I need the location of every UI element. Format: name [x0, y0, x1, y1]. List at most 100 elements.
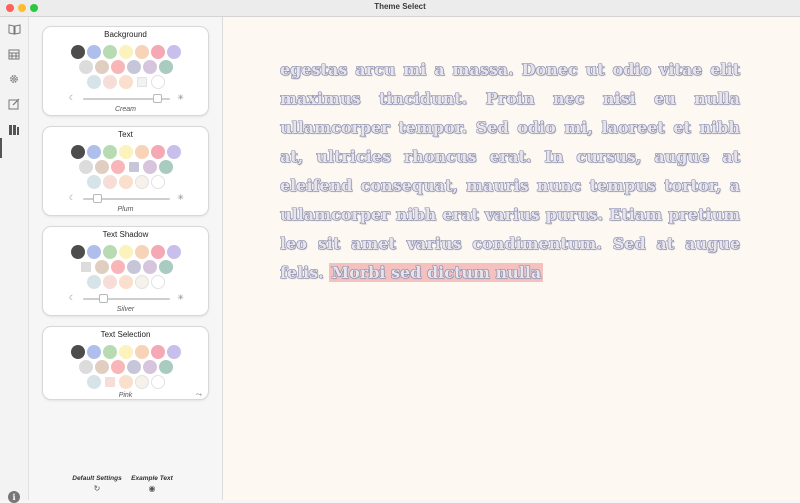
color-swatch[interactable]: [150, 75, 165, 89]
color-swatch[interactable]: [102, 245, 117, 259]
book-open-icon[interactable]: [7, 22, 21, 36]
color-swatch[interactable]: [150, 145, 165, 159]
color-swatch[interactable]: [110, 260, 125, 274]
swatch-row: [43, 275, 208, 289]
color-swatch[interactable]: [134, 375, 149, 389]
selected-color-swatch[interactable]: [128, 162, 139, 172]
color-swatch[interactable]: [166, 245, 181, 259]
gear-icon[interactable]: [7, 72, 21, 86]
slider-thumb[interactable]: [99, 294, 108, 303]
color-swatch[interactable]: [78, 160, 93, 174]
color-swatch[interactable]: [94, 260, 109, 274]
color-swatch[interactable]: [102, 175, 117, 189]
color-swatch[interactable]: [166, 145, 181, 159]
example-text-button[interactable]: Example Text ◉: [122, 475, 182, 493]
color-swatch[interactable]: [86, 275, 101, 289]
color-swatch[interactable]: [86, 145, 101, 159]
color-swatch[interactable]: [142, 160, 157, 174]
info-icon[interactable]: i: [8, 491, 20, 503]
color-swatch[interactable]: [102, 145, 117, 159]
text-card: Text ☾ ✳ Plum: [42, 126, 209, 216]
color-swatch[interactable]: [70, 245, 85, 259]
color-swatch[interactable]: [150, 375, 165, 389]
color-swatch[interactable]: [118, 345, 133, 359]
window-title: Theme Select: [374, 2, 426, 11]
color-swatch[interactable]: [70, 45, 85, 59]
swatch-row: [43, 245, 208, 259]
brightness-slider[interactable]: ☾ ✳: [69, 93, 184, 104]
color-swatch[interactable]: [70, 145, 85, 159]
background-card: Background ☾ ✳ Cream: [42, 26, 209, 116]
color-swatch[interactable]: [150, 245, 165, 259]
color-swatch[interactable]: [142, 360, 157, 374]
slider-thumb[interactable]: [93, 194, 102, 203]
color-swatch[interactable]: [134, 175, 149, 189]
color-swatch[interactable]: [94, 160, 109, 174]
color-swatch[interactable]: [166, 345, 181, 359]
color-swatch[interactable]: [158, 260, 173, 274]
edit-icon[interactable]: [7, 97, 21, 111]
color-swatch[interactable]: [134, 245, 149, 259]
color-swatch[interactable]: [94, 60, 109, 74]
selected-color-swatch[interactable]: [136, 77, 147, 87]
color-swatch[interactable]: [78, 360, 93, 374]
color-swatch[interactable]: [126, 360, 141, 374]
color-swatch[interactable]: [118, 245, 133, 259]
color-swatch[interactable]: [86, 75, 101, 89]
color-swatch[interactable]: [150, 345, 165, 359]
color-swatch[interactable]: [126, 60, 141, 74]
example-text-label: Example Text: [131, 475, 173, 482]
color-swatch[interactable]: [102, 75, 117, 89]
color-swatch[interactable]: [94, 360, 109, 374]
color-swatch[interactable]: [134, 345, 149, 359]
swatch-row: [43, 60, 208, 74]
color-swatch[interactable]: [134, 45, 149, 59]
color-swatch[interactable]: [110, 360, 125, 374]
brightness-slider[interactable]: ☾ ✳: [69, 193, 184, 204]
color-swatch[interactable]: [142, 260, 157, 274]
color-swatch[interactable]: [102, 275, 117, 289]
color-swatch[interactable]: [150, 45, 165, 59]
color-swatch[interactable]: [86, 375, 101, 389]
brightness-slider[interactable]: ☾ ✳: [69, 293, 184, 304]
color-swatch[interactable]: [86, 45, 101, 59]
color-swatch[interactable]: [166, 45, 181, 59]
eye-dropper-icon[interactable]: ⤳: [196, 390, 202, 400]
active-indicator: [0, 138, 2, 158]
color-swatch[interactable]: [118, 275, 133, 289]
color-swatch[interactable]: [134, 275, 149, 289]
slider-thumb[interactable]: [153, 94, 162, 103]
color-swatch[interactable]: [134, 145, 149, 159]
selected-color-swatch[interactable]: [80, 262, 91, 272]
swatch-row: [43, 260, 208, 274]
color-swatch[interactable]: [86, 345, 101, 359]
color-swatch[interactable]: [110, 160, 125, 174]
color-swatch[interactable]: [150, 175, 165, 189]
color-swatch[interactable]: [102, 345, 117, 359]
color-swatch[interactable]: [86, 175, 101, 189]
color-swatch[interactable]: [118, 145, 133, 159]
library-icon[interactable]: [7, 123, 21, 137]
default-settings-button[interactable]: Default Settings ↻: [67, 475, 127, 493]
selected-color-swatch[interactable]: [104, 377, 115, 387]
color-swatch[interactable]: [158, 60, 173, 74]
color-swatch[interactable]: [86, 245, 101, 259]
moon-icon: ☾: [69, 195, 76, 202]
color-swatch[interactable]: [110, 60, 125, 74]
color-swatch[interactable]: [150, 275, 165, 289]
color-swatch[interactable]: [102, 45, 117, 59]
card-title: Text: [118, 130, 133, 139]
color-swatch[interactable]: [118, 75, 133, 89]
color-swatch[interactable]: [158, 160, 173, 174]
color-swatch[interactable]: [118, 375, 133, 389]
sidebar: i: [0, 17, 29, 503]
color-swatch[interactable]: [118, 175, 133, 189]
color-swatch[interactable]: [118, 45, 133, 59]
color-swatch[interactable]: [158, 360, 173, 374]
color-swatch[interactable]: [142, 60, 157, 74]
swatch-row: [43, 175, 208, 189]
color-swatch[interactable]: [70, 345, 85, 359]
color-swatch[interactable]: [126, 260, 141, 274]
calendar-icon[interactable]: [7, 47, 21, 61]
color-swatch[interactable]: [78, 60, 93, 74]
